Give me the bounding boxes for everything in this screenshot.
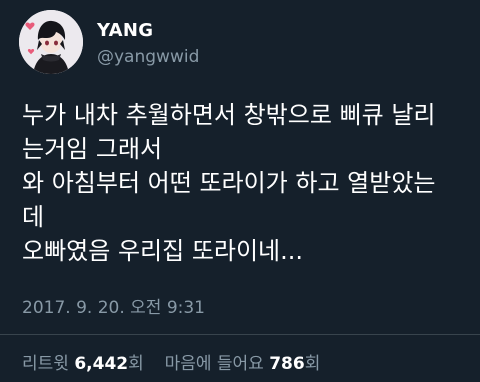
tweet-text-line: 오빠였음 우리집 또라이네... xyxy=(22,237,304,265)
display-name[interactable]: YANG xyxy=(97,20,153,41)
tweet-text-line: 데 xyxy=(22,203,45,231)
likes-stat[interactable]: 마음에 들어요 786회 xyxy=(165,354,321,374)
retweets-unit: 회 xyxy=(128,354,144,374)
avatar-image-icon xyxy=(19,10,83,74)
retweets-stat[interactable]: 리트윗 6,442회 xyxy=(22,354,149,374)
likes-unit: 회 xyxy=(304,354,321,374)
retweets-label: 리트윗 xyxy=(22,354,69,374)
avatar[interactable] xyxy=(19,10,83,74)
tweet-text-line: 누가 내차 추월하면서 창밖으로 삐큐 날리 xyxy=(22,101,436,129)
tweet-text: 누가 내차 추월하면서 창밖으로 삐큐 날리 는거임 그래서 와 아침부터 어떤… xyxy=(22,98,472,268)
divider xyxy=(0,334,480,335)
tweet-text-line: 와 아침부터 어떤 또라이가 하고 열받았는 xyxy=(22,169,436,197)
retweets-count: 6,442 xyxy=(74,354,129,374)
likes-label: 마음에 들어요 xyxy=(164,354,264,374)
tweet-text-line: 는거임 그래서 xyxy=(22,135,163,163)
tweet-timestamp[interactable]: 2017. 9. 20. 오전 9:31 xyxy=(22,293,205,318)
user-handle[interactable]: @yangwwid xyxy=(97,47,199,67)
likes-count: 786 xyxy=(269,354,305,374)
engagement-stats: 리트윗 6,442회 마음에 들어요 786회 xyxy=(22,349,320,374)
